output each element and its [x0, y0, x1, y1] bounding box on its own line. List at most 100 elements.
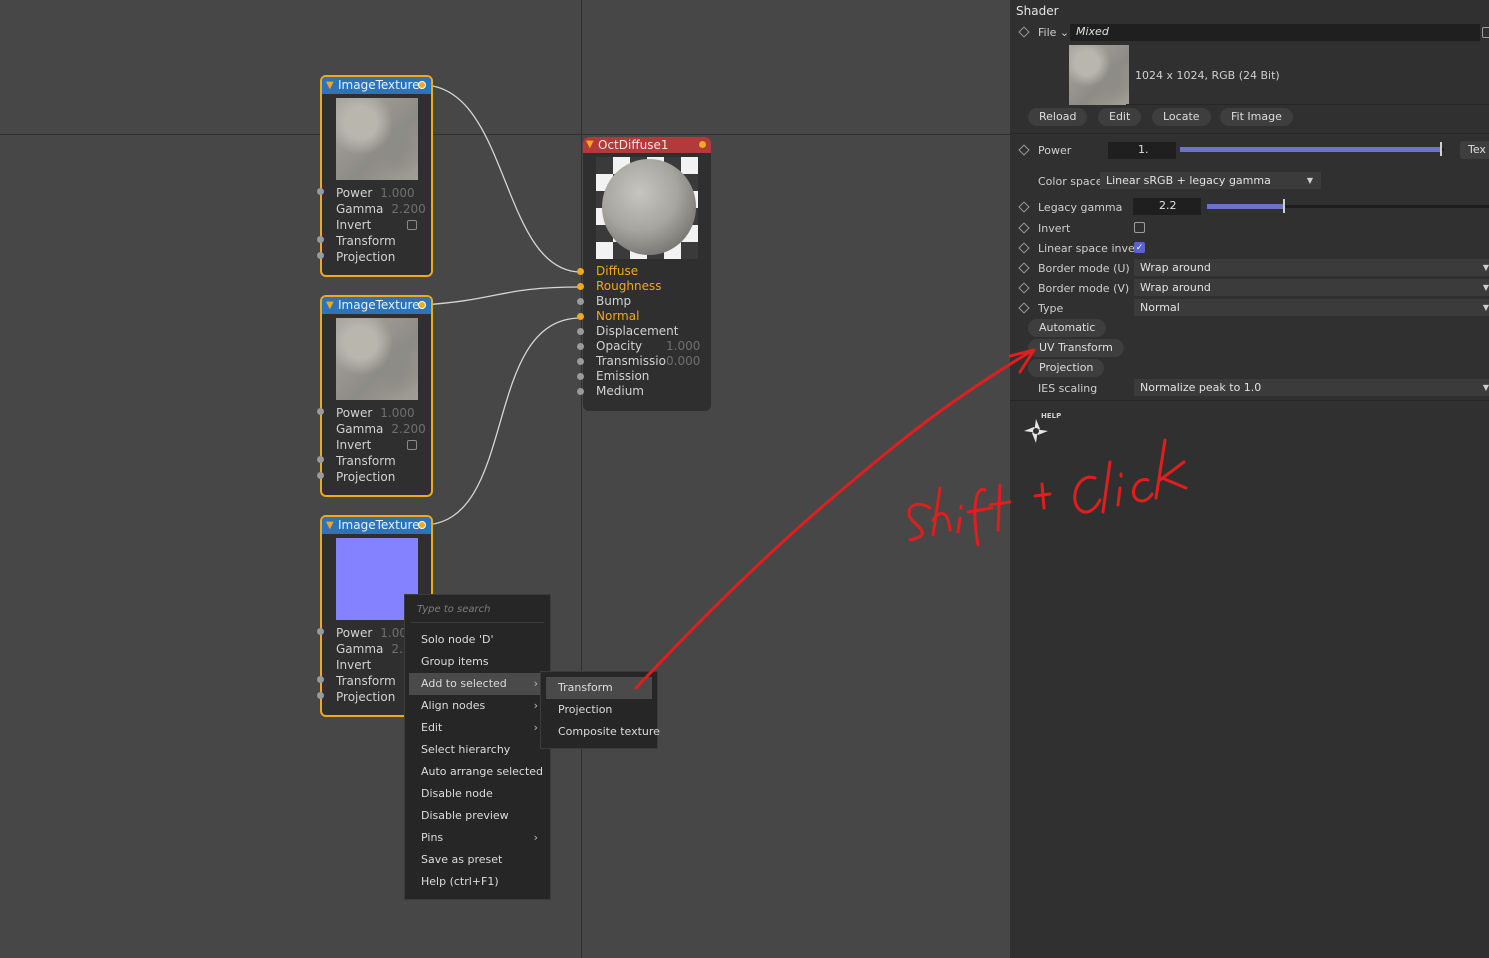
input-pin-diffuse[interactable]	[577, 268, 584, 275]
menu-item-disable-node[interactable]: Disable node	[409, 783, 546, 805]
invert-checkbox[interactable]	[407, 440, 417, 450]
input-pin-power[interactable]	[317, 188, 324, 195]
fit-image-button[interactable]: Fit Image	[1220, 108, 1293, 126]
menu-item-label: Group items	[421, 655, 489, 668]
keyframe-diamond-icon[interactable]	[1018, 26, 1030, 38]
input-pin-emission[interactable]	[577, 373, 584, 380]
menu-search-input[interactable]: Type to search	[411, 597, 544, 623]
ies-scaling-dropdown[interactable]: Normalize peak to 1.0 ▼	[1134, 379, 1489, 396]
input-roughness: Roughness	[596, 279, 662, 293]
input-pin-medium[interactable]	[577, 388, 584, 395]
locate-button[interactable]: Locate	[1152, 108, 1211, 126]
input-bump: Bump	[596, 294, 632, 308]
output-pin[interactable]	[699, 141, 706, 148]
projection-button[interactable]: Projection	[1028, 359, 1105, 377]
menu-item-auto-arrange-selected[interactable]: Auto arrange selected	[409, 761, 546, 783]
border-mode-v-dropdown[interactable]: Wrap around ▼	[1134, 279, 1489, 296]
node-editor[interactable]: ▼ ImageTexture Power 1.000 Gamma 2.200 Inve…	[0, 0, 1010, 958]
output-pin[interactable]	[418, 81, 426, 89]
menu-item-disable-preview[interactable]: Disable preview	[409, 805, 546, 827]
keyframe-diamond-icon[interactable]	[1018, 144, 1030, 156]
power-value-field[interactable]: 1.	[1108, 142, 1176, 159]
keyframe-diamond-icon[interactable]	[1018, 262, 1030, 274]
output-pin[interactable]	[418, 301, 426, 309]
file-path-field[interactable]: Mixed	[1070, 24, 1480, 41]
input-pin-roughness[interactable]	[577, 283, 584, 290]
dropdown-caret-icon: ▼	[1482, 383, 1489, 392]
input-pin-transmission[interactable]	[577, 358, 584, 365]
output-pin[interactable]	[418, 521, 426, 529]
input-pin-projection[interactable]	[317, 472, 324, 479]
node-header[interactable]: ▼ ImageTexture	[322, 297, 431, 314]
image-texture-node-2[interactable]: ▼ ImageTexture Power 1.000 Gamma 2.200 Inve…	[320, 295, 433, 497]
node-header[interactable]: ▼ ImageTexture	[322, 77, 431, 94]
invert-checkbox[interactable]	[407, 220, 417, 230]
menu-item-label: Pins	[421, 831, 444, 844]
input-pin-opacity[interactable]	[577, 343, 584, 350]
input-pin-bump[interactable]	[577, 298, 584, 305]
input-pin-displacement[interactable]	[577, 328, 584, 335]
uv-transform-button[interactable]: UV Transform	[1028, 339, 1124, 357]
texture-thumbnail	[336, 98, 418, 180]
input-pin-transform[interactable]	[317, 456, 324, 463]
input-pin-normal[interactable]	[577, 313, 584, 320]
linear-space-invert-checkbox[interactable]: ✓	[1134, 242, 1145, 253]
node-param-gamma: Gamma 2.200	[336, 422, 426, 436]
help-button[interactable]: HELP	[1020, 412, 1064, 447]
menu-item-select-hierarchy[interactable]: Select hierarchy	[409, 739, 546, 761]
reload-button[interactable]: Reload	[1028, 108, 1088, 126]
color-space-dropdown[interactable]: Linear sRGB + legacy gamma ▼	[1100, 172, 1321, 189]
keyframe-diamond-icon[interactable]	[1018, 302, 1030, 314]
input-pin-projection[interactable]	[317, 252, 324, 259]
input-pin-transform[interactable]	[317, 676, 324, 683]
node-header[interactable]: ▼ OctDiffuse1	[583, 137, 711, 153]
tex-button[interactable]: Tex	[1460, 141, 1489, 159]
input-pin-projection[interactable]	[317, 692, 324, 699]
edit-button[interactable]: Edit	[1098, 108, 1142, 126]
menu-item-add-to-selected[interactable]: Add to selected ›	[409, 673, 546, 695]
menu-item-align-nodes[interactable]: Align nodes ›	[409, 695, 546, 717]
collapse-triangle-icon[interactable]: ▼	[586, 137, 594, 153]
legacy-gamma-value-field[interactable]: 2.2	[1133, 198, 1201, 215]
file-browse-checkbox[interactable]	[1482, 27, 1489, 38]
menu-item-help-ctrl-f1[interactable]: Help (ctrl+F1)	[409, 871, 546, 893]
help-label: HELP	[1041, 412, 1062, 420]
input-pin-transform[interactable]	[317, 236, 324, 243]
menu-item-solo-node-d[interactable]: Solo node 'D'	[409, 629, 546, 651]
input-diffuse: Diffuse	[596, 264, 639, 278]
menu-item-save-as-preset[interactable]: Save as preset	[409, 849, 546, 871]
keyframe-diamond-icon[interactable]	[1018, 222, 1030, 234]
chevron-right-icon: ›	[533, 677, 538, 690]
border-mode-u-dropdown[interactable]: Wrap around ▼	[1134, 259, 1489, 276]
file-label[interactable]: File ⌄	[1038, 26, 1069, 39]
submenu-item-projection[interactable]: Projection	[546, 699, 652, 721]
legacy-gamma-slider-handle[interactable]	[1283, 199, 1285, 213]
menu-item-edit[interactable]: Edit ›	[409, 717, 546, 739]
oct-diffuse-node[interactable]: ▼ OctDiffuse1 Diffuse Roughness Bump Norm…	[583, 137, 711, 411]
image-texture-node-1[interactable]: ▼ ImageTexture Power 1.000 Gamma 2.200 Inve…	[320, 75, 433, 277]
divider	[1010, 400, 1489, 401]
menu-item-group-items[interactable]: Group items	[409, 651, 546, 673]
node-header[interactable]: ▼ ImageTexture	[322, 517, 431, 534]
automatic-button[interactable]: Automatic	[1028, 319, 1107, 337]
collapse-triangle-icon[interactable]: ▼	[326, 77, 334, 94]
type-dropdown[interactable]: Normal ▼	[1134, 299, 1489, 316]
wire-tex3-normal	[421, 317, 582, 526]
border-mode-v-label: Border mode (V)	[1038, 282, 1130, 295]
menu-item-pins[interactable]: Pins ›	[409, 827, 546, 849]
power-slider-handle[interactable]	[1440, 142, 1442, 156]
image-info-text: 1024 x 1024, RGB (24 Bit)	[1135, 69, 1280, 82]
keyframe-diamond-icon[interactable]	[1018, 242, 1030, 254]
keyframe-diamond-icon[interactable]	[1018, 201, 1030, 213]
collapse-triangle-icon[interactable]: ▼	[326, 517, 334, 534]
input-pin-power[interactable]	[317, 408, 324, 415]
submenu-item-transform[interactable]: Transform	[546, 677, 652, 699]
menu-item-label: Edit	[421, 721, 443, 734]
collapse-triangle-icon[interactable]: ▼	[326, 297, 334, 314]
invert-checkbox[interactable]	[1134, 222, 1145, 233]
keyframe-diamond-icon[interactable]	[1018, 282, 1030, 294]
texture-thumbnail	[336, 318, 418, 400]
add-to-selected-submenu: Transform Projection Composite texture	[540, 671, 660, 749]
input-pin-power[interactable]	[317, 628, 324, 635]
submenu-item-composite-texture[interactable]: Composite texture	[546, 721, 660, 743]
